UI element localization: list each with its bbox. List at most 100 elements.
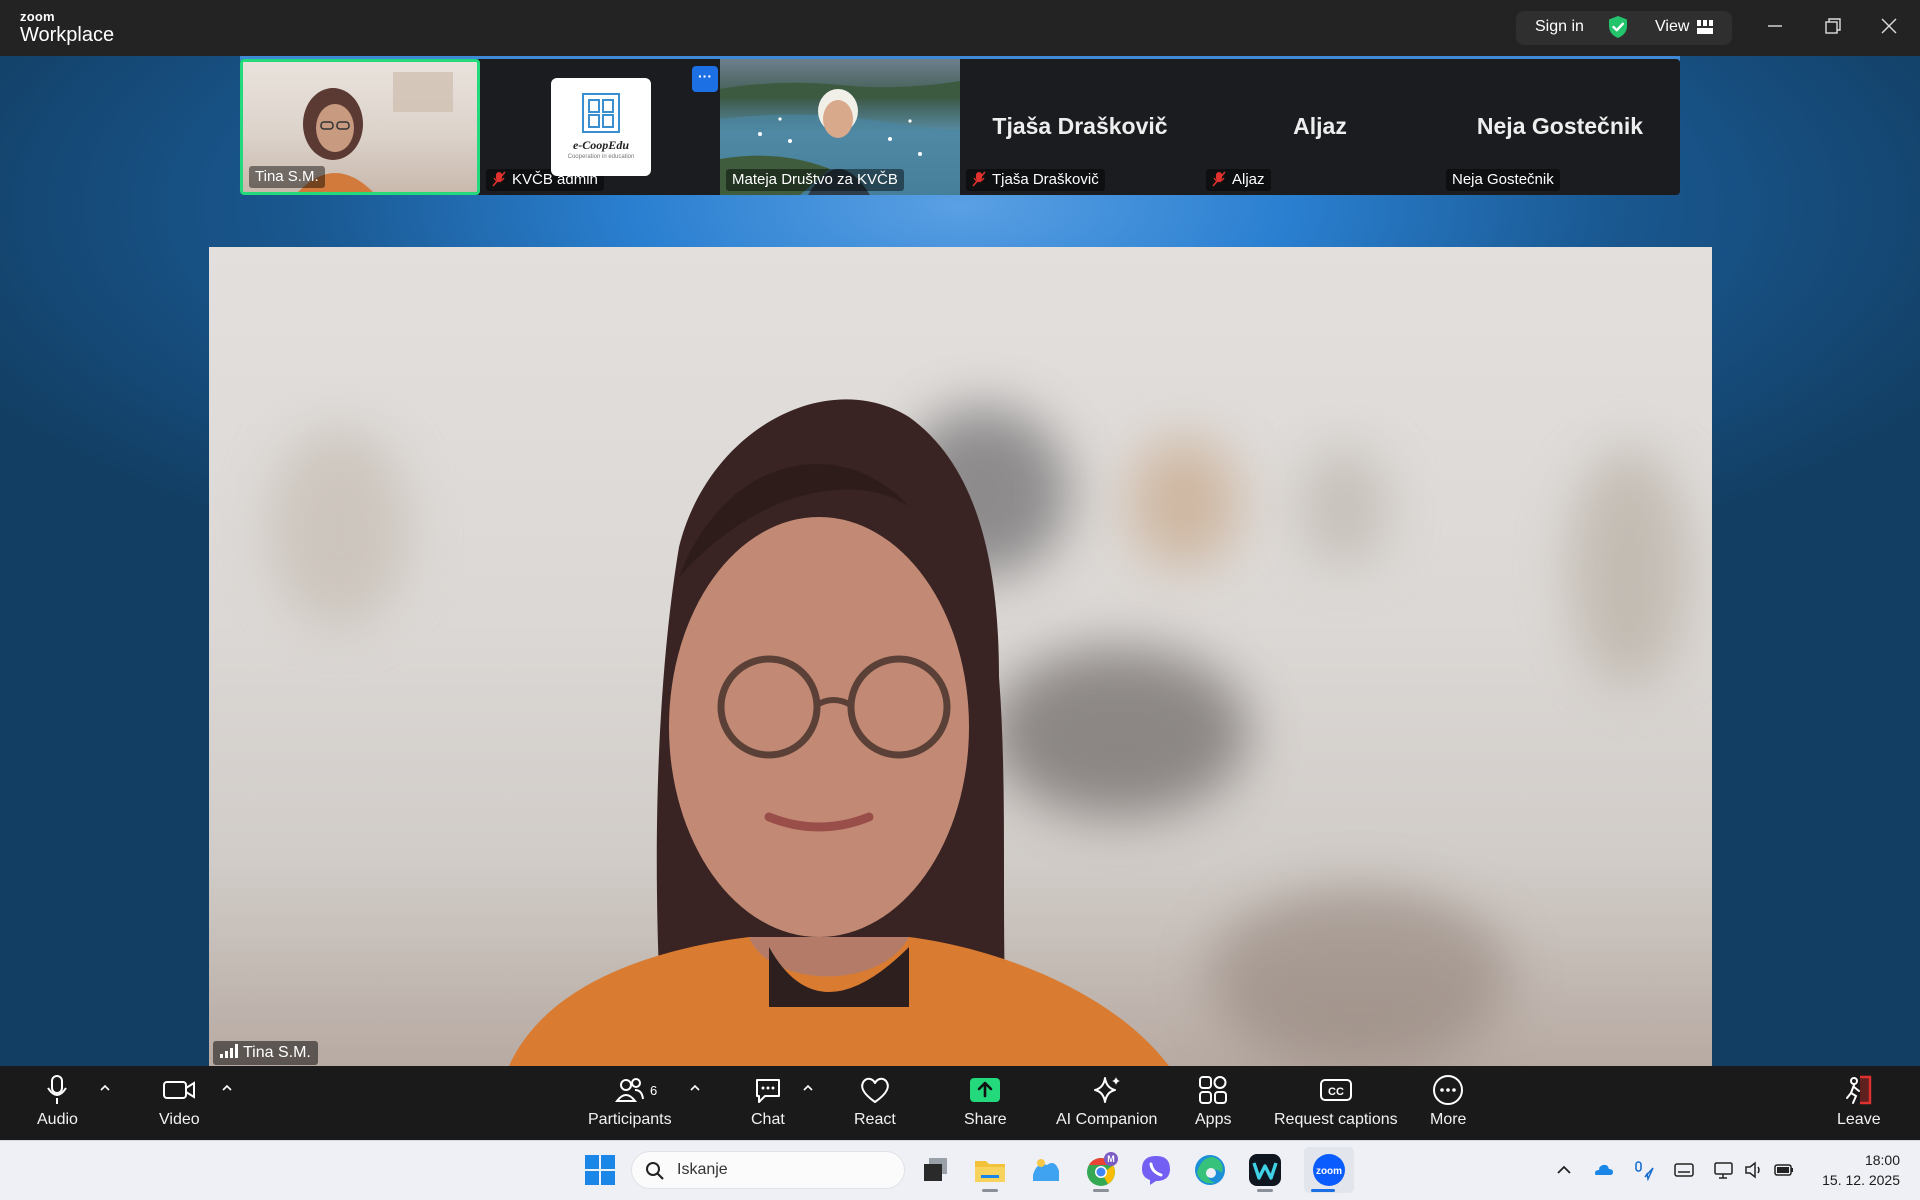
microphone-icon	[47, 1075, 68, 1104]
chat-label: Chat	[751, 1111, 785, 1128]
active-speaker-video[interactable]: Tina S.M.	[209, 247, 1712, 1066]
task-view-icon[interactable]	[917, 1151, 955, 1189]
search-icon	[646, 1162, 664, 1180]
organization-logo: e-CoopEdu Cooperation in education	[551, 78, 651, 176]
sparkle-icon	[1093, 1077, 1120, 1103]
system-clock[interactable]: 18:00 15. 12. 2025	[1800, 1150, 1900, 1190]
chat-button[interactable]: Chat	[751, 1074, 785, 1129]
brand-big: Workplace	[20, 24, 115, 46]
apps-button[interactable]: Apps	[1195, 1074, 1231, 1129]
meeting-toolbar	[0, 1066, 1920, 1140]
show-hidden-icons-chevron-icon[interactable]	[1553, 1159, 1575, 1181]
participants-button[interactable]: Participants	[588, 1074, 672, 1129]
grid-view-icon	[1697, 20, 1713, 34]
react-button[interactable]: React	[854, 1074, 896, 1129]
taskbar-search-box[interactable]	[631, 1151, 905, 1189]
restore-icon[interactable]	[1823, 16, 1843, 36]
share-label: Share	[964, 1111, 1007, 1128]
share-screen-icon	[970, 1078, 1001, 1102]
more-button[interactable]: More	[1430, 1074, 1466, 1129]
participants-label: Participants	[588, 1111, 672, 1128]
keyboard-icon[interactable]	[1673, 1159, 1695, 1181]
mic-muted-icon	[972, 171, 986, 187]
participant-name: Tjaša Draškovič	[966, 169, 1105, 191]
network-icon[interactable]	[1713, 1159, 1735, 1181]
request-captions-label: Request captions	[1274, 1111, 1398, 1128]
heart-icon	[861, 1077, 889, 1103]
participant-display-name: Neja Gostečnik	[1476, 113, 1644, 139]
taskbar-search-placeholder: Iskanje	[677, 1161, 728, 1178]
clock-date: 15. 12. 2025	[1822, 1172, 1900, 1188]
battery-icon[interactable]	[1773, 1159, 1795, 1181]
speaker-figure	[509, 399, 1169, 1066]
participants-count-badge: 6	[650, 1083, 658, 1098]
participants-options-chevron-icon[interactable]	[689, 1083, 701, 1093]
minimize-icon[interactable]	[1765, 16, 1785, 36]
chat-options-chevron-icon[interactable]	[802, 1083, 814, 1093]
edge-icon[interactable]	[1191, 1151, 1229, 1189]
participant-tile-aljaz[interactable]: Aljaz Aljaz	[1200, 59, 1440, 195]
svg-text:M: M	[1107, 1154, 1115, 1164]
mic-muted-icon	[492, 171, 506, 187]
participant-tile-neja[interactable]: Neja Gostečnik Neja Gostečnik	[1440, 59, 1680, 195]
logo-subtitle: Cooperation in education	[567, 154, 635, 160]
photos-icon[interactable]	[1027, 1151, 1065, 1189]
brand-small: zoom	[20, 9, 55, 24]
clock-time: 18:00	[1864, 1152, 1900, 1168]
participant-name: Aljaz	[1206, 169, 1271, 191]
view-button[interactable]: View	[1655, 18, 1689, 36]
participant-name: Tina S.M.	[249, 166, 325, 188]
file-explorer-icon[interactable]	[971, 1151, 1009, 1189]
audio-options-chevron-icon[interactable]	[99, 1083, 111, 1093]
svg-text:zoom: zoom	[1316, 1166, 1342, 1177]
participant-tile-mateja[interactable]: Mateja Društvo za KVČB	[720, 59, 960, 195]
participant-tile-self[interactable]: Tina S.M.	[240, 59, 480, 195]
os-taskbar	[0, 1140, 1920, 1200]
chrome-icon[interactable]: M	[1082, 1151, 1120, 1189]
signal-strength-icon	[220, 1044, 238, 1058]
participant-tile-tjasa[interactable]: Tjaša Draškovič Tjaša Draškovič	[960, 59, 1200, 195]
apps-icon	[1199, 1076, 1228, 1104]
app-logo: zoom Workplace	[20, 10, 114, 45]
sign-in-button[interactable]: Sign in	[1535, 18, 1584, 36]
ai-companion-button[interactable]: AI Companion	[1056, 1074, 1157, 1129]
leave-button[interactable]: Leave	[1837, 1074, 1881, 1129]
share-button[interactable]: Share	[964, 1074, 1007, 1129]
leave-meeting-icon	[1845, 1075, 1871, 1105]
audio-button[interactable]: Audio	[37, 1074, 78, 1129]
ai-companion-label: AI Companion	[1056, 1111, 1158, 1128]
shield-icon[interactable]	[1606, 15, 1630, 39]
logo-text: e-CoopEdu	[572, 138, 629, 152]
location-mic-icon[interactable]	[1633, 1159, 1655, 1181]
participant-name: Neja Gostečnik	[1446, 169, 1560, 191]
more-options-icon	[1433, 1075, 1464, 1105]
closed-captions-icon: CC	[1319, 1079, 1352, 1101]
video-button[interactable]: Video	[159, 1074, 200, 1129]
request-captions-button[interactable]: CC Request captions	[1274, 1074, 1398, 1129]
logo-mark-icon	[582, 93, 620, 133]
audio-label: Audio	[37, 1111, 78, 1128]
leave-label: Leave	[1837, 1111, 1881, 1128]
react-label: React	[854, 1111, 896, 1128]
close-icon[interactable]	[1879, 16, 1899, 36]
webex-icon[interactable]	[1246, 1151, 1284, 1189]
windows-start-icon[interactable]	[581, 1151, 619, 1189]
participant-display-name: Tjaša Draškovič	[992, 113, 1168, 139]
volume-icon[interactable]	[1743, 1159, 1765, 1181]
svg-text:CC: CC	[1328, 1086, 1344, 1098]
camera-icon	[163, 1081, 196, 1099]
video-label: Video	[159, 1111, 200, 1128]
video-options-chevron-icon[interactable]	[221, 1083, 233, 1093]
apps-label: Apps	[1195, 1111, 1232, 1128]
more-label: More	[1430, 1111, 1467, 1128]
onedrive-cloud-icon[interactable]	[1592, 1159, 1614, 1181]
chat-icon	[755, 1079, 780, 1103]
zoom-app-icon[interactable]: zoom	[1310, 1151, 1348, 1189]
participant-display-name: Aljaz	[1293, 113, 1347, 139]
participants-icon	[614, 1078, 644, 1102]
participant-name: Mateja Društvo za KVČB	[726, 169, 904, 191]
tile-more-options-button[interactable]: ···	[692, 66, 718, 92]
active-speaker-name: Tina S.M.	[213, 1041, 318, 1065]
mic-muted-icon	[1212, 171, 1226, 187]
viber-icon[interactable]	[1137, 1151, 1175, 1189]
